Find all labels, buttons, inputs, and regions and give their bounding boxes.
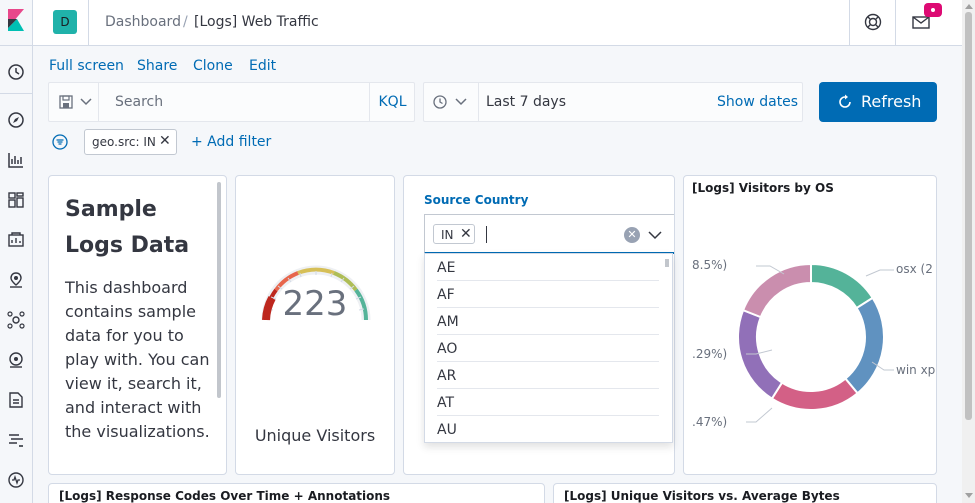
close-icon[interactable]: ✕	[159, 133, 171, 149]
donut-slice-4[interactable]	[741, 262, 812, 319]
donut-chart	[737, 262, 894, 423]
infrastructure-icon[interactable]	[6, 350, 26, 370]
gauge-panel: 223 Unique Visitors	[235, 175, 395, 475]
slice-label: win xp	[896, 363, 936, 377]
refresh-icon	[839, 94, 851, 108]
scroll-up-arrow-icon[interactable]	[965, 4, 973, 9]
markdown-title: Sample Logs Data	[65, 197, 190, 258]
donut-slice-2[interactable]	[770, 377, 859, 411]
add-filter-link[interactable]: + Add filter	[191, 134, 271, 150]
filter-menu-icon[interactable]	[52, 134, 68, 150]
response-codes-panel: [Logs] Response Codes Over Time + Annota…	[48, 483, 545, 503]
header-divider	[88, 0, 89, 46]
markdown-panel: Sample Logs Data This dashboard contains…	[48, 175, 227, 475]
gauge-label: Unique Visitors	[254, 426, 376, 445]
filter-pill-label: geo.src: IN	[92, 135, 156, 149]
list-item[interactable]: AO	[437, 335, 659, 362]
donut-slice-0[interactable]	[810, 262, 875, 310]
share-link[interactable]: Share	[137, 58, 177, 74]
dashboard-icon[interactable]	[0, 180, 33, 220]
header-divider	[895, 0, 896, 46]
machine-learning-icon[interactable]	[6, 310, 26, 330]
space-avatar[interactable]: D	[53, 10, 77, 34]
list-item[interactable]: AR	[437, 362, 659, 389]
chevron-down-icon	[80, 98, 92, 106]
canvas-icon[interactable]	[6, 230, 26, 250]
clear-icon[interactable]: ✕	[624, 227, 640, 243]
list-item[interactable]: AF	[437, 281, 659, 308]
refresh-button[interactable]: Refresh	[819, 82, 937, 122]
header-divider	[849, 0, 850, 46]
help-icon[interactable]	[863, 12, 883, 32]
country-options-list: AE AF AM AO AR AT AU	[424, 253, 673, 443]
top-header: D Dashboard / [Logs] Web Traffic	[33, 0, 962, 46]
save-icon	[59, 95, 73, 109]
panel-scrollbar[interactable]	[217, 182, 221, 398]
chevron-down-icon[interactable]	[647, 227, 663, 243]
donut-slice-3[interactable]	[737, 308, 784, 401]
breadcrumb-dashboard[interactable]: Dashboard	[105, 14, 181, 30]
date-range-label[interactable]: Last 7 days	[486, 94, 566, 110]
list-item[interactable]: AE	[437, 254, 659, 281]
list-item[interactable]: AM	[437, 308, 659, 335]
search-input[interactable]: Search	[115, 94, 163, 110]
saved-query-button[interactable]	[49, 83, 99, 121]
breadcrumb-separator: /	[183, 14, 188, 30]
clock-icon	[433, 95, 447, 109]
list-item[interactable]: AT	[437, 389, 659, 416]
uptime-icon[interactable]	[6, 470, 26, 490]
visualize-icon[interactable]	[6, 150, 26, 170]
control-label: Source Country	[424, 193, 529, 207]
selected-country-pill[interactable]: IN ✕	[433, 224, 475, 244]
panel-title: [Logs] Response Codes Over Time + Annota…	[59, 489, 391, 503]
gauge-value: 223	[282, 284, 348, 324]
clone-link[interactable]: Clone	[193, 58, 233, 74]
donut-slice-1[interactable]	[844, 296, 885, 395]
show-dates-link[interactable]: Show dates	[717, 94, 798, 110]
discover-icon[interactable]	[6, 110, 26, 130]
selected-country-label: IN	[441, 228, 454, 242]
date-picker: Last 7 days Show dates	[423, 82, 803, 122]
left-navigation	[0, 0, 33, 503]
quick-select-button[interactable]	[424, 83, 479, 121]
refresh-label: Refresh	[861, 92, 922, 111]
scroll-down-arrow-icon[interactable]	[965, 493, 973, 498]
breadcrumb-current: [Logs] Web Traffic	[194, 14, 319, 30]
panel-title: [Logs] Unique Visitors vs. Average Bytes	[564, 489, 840, 503]
logs-icon[interactable]	[6, 390, 26, 410]
nav-divider	[0, 93, 33, 94]
chevron-down-icon	[455, 98, 467, 106]
text-cursor	[486, 226, 487, 243]
kibana-logo-icon[interactable]	[0, 0, 33, 46]
markdown-body: This dashboard contains sample data for …	[65, 278, 210, 441]
slice-label: .29%)	[692, 347, 728, 361]
slice-label: 8.5%)	[692, 258, 728, 272]
visitors-by-os-panel: [Logs] Visitors by OS 8.5%) .29%) .47%) …	[683, 175, 937, 475]
panel-title: [Logs] Visitors by OS	[692, 181, 834, 195]
apm-icon[interactable]	[6, 430, 26, 450]
maps-icon[interactable]	[6, 270, 26, 290]
list-scrollbar[interactable]	[665, 259, 669, 267]
close-icon[interactable]: ✕	[460, 226, 472, 242]
notification-badge	[924, 3, 942, 17]
slice-label: .47%)	[692, 415, 728, 429]
kql-language-button[interactable]: KQL	[369, 83, 415, 121]
edit-link[interactable]: Edit	[249, 58, 276, 74]
unique-visitors-panel: [Logs] Unique Visitors vs. Average Bytes	[553, 483, 937, 503]
page-scrollbar[interactable]	[962, 0, 975, 503]
slice-label: osx (2	[896, 262, 933, 276]
country-combobox[interactable]: IN ✕ ✕	[424, 214, 674, 254]
scroll-thumb[interactable]	[965, 12, 972, 420]
full-screen-link[interactable]: Full screen	[49, 58, 124, 74]
list-item[interactable]: AU	[437, 416, 659, 443]
recently-viewed-icon[interactable]	[6, 62, 26, 82]
query-bar: Search KQL	[48, 82, 415, 122]
filter-pill[interactable]: geo.src: IN ✕	[84, 129, 177, 155]
